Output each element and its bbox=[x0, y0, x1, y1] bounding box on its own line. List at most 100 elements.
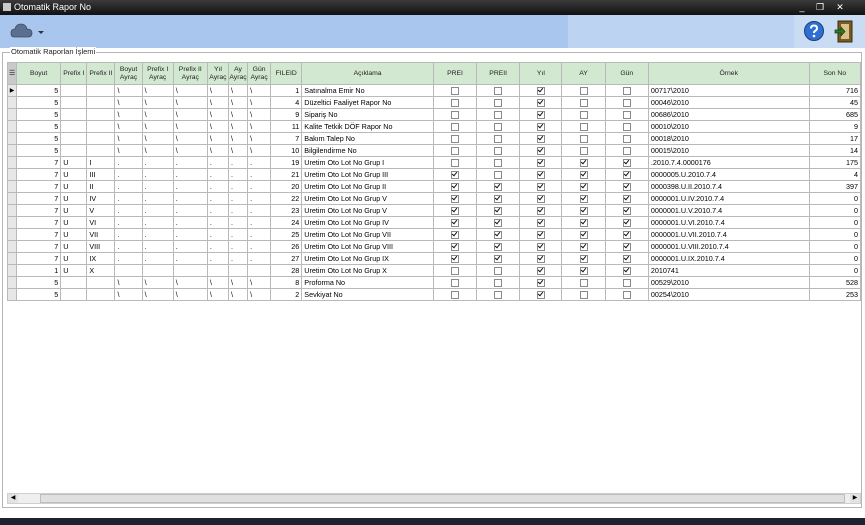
checkbox[interactable] bbox=[451, 230, 459, 239]
ba-cell[interactable]: \ bbox=[114, 120, 143, 133]
ya-cell[interactable]: \ bbox=[206, 108, 229, 121]
checkbox[interactable] bbox=[494, 146, 503, 155]
p1a-cell[interactable]: . bbox=[141, 180, 174, 193]
aa-cell[interactable]: . bbox=[227, 192, 249, 205]
checkbox[interactable] bbox=[622, 182, 631, 191]
ba-cell[interactable]: \ bbox=[114, 276, 143, 289]
ya-cell[interactable]: \ bbox=[206, 276, 229, 289]
checkbox[interactable] bbox=[579, 182, 588, 191]
column-header[interactable]: Ay Ayraç bbox=[227, 62, 249, 85]
ga-cell[interactable]: . bbox=[247, 204, 272, 217]
arrow-left-icon[interactable]: ◀ bbox=[8, 494, 18, 503]
p2-cell[interactable]: IV bbox=[86, 192, 116, 205]
checkbox[interactable] bbox=[451, 218, 459, 227]
ya-cell[interactable]: \ bbox=[206, 288, 229, 301]
sonno-cell[interactable]: 0 bbox=[808, 240, 861, 253]
fileid-cell[interactable]: 9 bbox=[270, 108, 303, 121]
p2a-cell[interactable]: . bbox=[172, 240, 208, 253]
checkbox[interactable] bbox=[536, 218, 545, 227]
table-row[interactable]: 7 U VII...... 25 Uretim Oto Lot No Grup VII 0… bbox=[7, 228, 861, 241]
p1a-cell[interactable]: \ bbox=[141, 144, 174, 157]
checkbox[interactable] bbox=[451, 206, 459, 215]
table-row[interactable]: 7 U III...... 21 Uretim Oto Lot No Grup III 0… bbox=[7, 168, 861, 181]
ya-cell[interactable]: . bbox=[206, 204, 229, 217]
column-header[interactable]: Son No bbox=[808, 62, 861, 85]
p2-cell[interactable]: IX bbox=[86, 252, 116, 265]
fileid-cell[interactable]: 2 bbox=[270, 288, 303, 301]
checkbox[interactable] bbox=[451, 194, 459, 203]
p1-cell[interactable] bbox=[60, 132, 88, 145]
checkbox[interactable] bbox=[451, 134, 459, 143]
checkbox[interactable] bbox=[536, 182, 545, 191]
ba-cell[interactable]: . bbox=[114, 192, 143, 205]
table-row[interactable]: 7 U V...... 23 Uretim Oto Lot No Grup V 00000… bbox=[7, 204, 861, 217]
checkbox[interactable] bbox=[622, 218, 631, 227]
ba-cell[interactable]: . bbox=[114, 216, 143, 229]
ba-cell[interactable]: \ bbox=[114, 132, 143, 145]
p1-cell[interactable] bbox=[60, 120, 88, 133]
ba-cell[interactable]: \ bbox=[114, 84, 143, 97]
row-selector-header[interactable]: ☰ bbox=[7, 62, 18, 85]
boyut-cell[interactable]: 7 bbox=[16, 180, 62, 193]
ga-cell[interactable]: \ bbox=[247, 120, 272, 133]
checkbox[interactable] bbox=[579, 290, 588, 299]
checkbox[interactable] bbox=[451, 266, 459, 275]
ba-cell[interactable]: . bbox=[114, 252, 143, 265]
checkbox[interactable] bbox=[451, 86, 459, 95]
p2-cell[interactable]: III bbox=[86, 168, 116, 181]
checkbox[interactable] bbox=[579, 206, 588, 215]
checkbox[interactable] bbox=[536, 242, 545, 251]
p1a-cell[interactable]: . bbox=[141, 204, 174, 217]
ga-cell[interactable]: \ bbox=[247, 132, 272, 145]
row-selector[interactable] bbox=[7, 96, 18, 109]
aciklama-cell[interactable]: Uretim Oto Lot No Grup IV bbox=[301, 216, 434, 229]
p2-cell[interactable]: I bbox=[86, 156, 116, 169]
column-header[interactable]: Yıl Ayraç bbox=[206, 62, 229, 85]
checkbox[interactable] bbox=[622, 146, 631, 155]
fileid-cell[interactable]: 10 bbox=[270, 144, 303, 157]
p2a-cell[interactable]: . bbox=[172, 180, 208, 193]
checkbox[interactable] bbox=[579, 218, 588, 227]
checkbox[interactable] bbox=[579, 122, 588, 131]
fileid-cell[interactable]: 19 bbox=[270, 156, 303, 169]
sonno-cell[interactable]: 0 bbox=[808, 216, 861, 229]
checkbox[interactable] bbox=[451, 182, 459, 191]
table-row[interactable]: 5 \ \ \ \ \ \ 8 Proforma No 00529\2010 528 bbox=[7, 276, 861, 289]
p2-cell[interactable]: II bbox=[86, 180, 116, 193]
ya-cell[interactable]: . bbox=[206, 192, 229, 205]
p2-cell[interactable] bbox=[86, 288, 116, 301]
ga-cell[interactable]: . bbox=[247, 240, 272, 253]
checkbox[interactable] bbox=[536, 134, 545, 143]
sonno-cell[interactable]: 0 bbox=[808, 264, 861, 277]
boyut-cell[interactable]: 5 bbox=[16, 120, 62, 133]
table-row[interactable]: 5 \ \ \ \ \ \ 2 Sevkiyat No 00254\2010 253 bbox=[7, 288, 861, 301]
sonno-cell[interactable]: 253 bbox=[808, 288, 861, 301]
checkbox[interactable] bbox=[494, 158, 503, 167]
row-selector[interactable] bbox=[7, 144, 18, 157]
ornek-cell[interactable]: 0000001.U.VII.2010.7.4 bbox=[647, 228, 810, 241]
ga-cell[interactable]: \ bbox=[247, 108, 272, 121]
aciklama-cell[interactable]: Kalite Tetkik DÖF Rapor No bbox=[301, 120, 434, 133]
p1-cell[interactable]: U bbox=[60, 168, 88, 181]
ba-cell[interactable]: . bbox=[114, 180, 143, 193]
checkbox[interactable] bbox=[451, 278, 459, 287]
fileid-cell[interactable]: 23 bbox=[270, 204, 303, 217]
sonno-cell[interactable]: 0 bbox=[808, 228, 861, 241]
fileid-cell[interactable]: 22 bbox=[270, 192, 303, 205]
arrow-right-icon[interactable]: ▶ bbox=[850, 494, 860, 503]
table-row[interactable]: 7 U VI...... 24 Uretim Oto Lot No Grup IV 000… bbox=[7, 216, 861, 229]
row-selector[interactable] bbox=[7, 156, 18, 169]
checkbox[interactable] bbox=[494, 218, 503, 227]
close-icon[interactable]: ✕ bbox=[830, 2, 850, 12]
p2-cell[interactable]: X bbox=[86, 264, 116, 277]
row-selector[interactable] bbox=[7, 240, 18, 253]
p1-cell[interactable]: U bbox=[60, 252, 88, 265]
column-header[interactable]: Yıl bbox=[519, 62, 563, 85]
aa-cell[interactable]: \ bbox=[227, 84, 249, 97]
fileid-cell[interactable]: 11 bbox=[270, 120, 303, 133]
table-row[interactable]: 7 U VIII...... 26 Uretim Oto Lot No Grup VII… bbox=[7, 240, 861, 253]
p2-cell[interactable] bbox=[86, 84, 116, 97]
ornek-cell[interactable]: 0000001.U.VIII.2010.7.4 bbox=[647, 240, 810, 253]
aa-cell[interactable]: . bbox=[227, 204, 249, 217]
sonno-cell[interactable]: 9 bbox=[808, 120, 861, 133]
